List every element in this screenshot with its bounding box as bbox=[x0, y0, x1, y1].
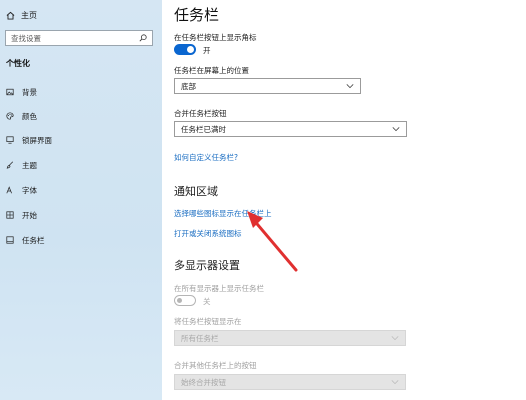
sidebar: 主页 查找设置 个性化 背景 颜色 锁屏界面 主题 字体 开始 任务栏 bbox=[0, 0, 162, 400]
badge-toggle-state: 开 bbox=[203, 46, 211, 55]
start-icon bbox=[6, 211, 14, 219]
sidebar-item-label: 任务栏 bbox=[22, 235, 45, 245]
search-input[interactable]: 查找设置 bbox=[5, 30, 153, 46]
search-icon bbox=[139, 34, 147, 42]
settings-panel: 任务栏 在任务栏按钮上显示角标 开 任务栏在屏幕上的位置 底部 合并任务栏按钮 … bbox=[162, 0, 526, 400]
sidebar-item-colors[interactable]: 颜色 bbox=[6, 110, 37, 122]
sidebar-item-taskbar[interactable]: 任务栏 bbox=[6, 234, 45, 246]
sidebar-item-background[interactable]: 背景 bbox=[6, 86, 37, 98]
sidebar-home[interactable]: 主页 bbox=[6, 8, 37, 22]
position-value: 底部 bbox=[181, 81, 196, 91]
image-icon bbox=[6, 88, 14, 96]
lock-screen-icon bbox=[6, 136, 14, 144]
show-buttons-value: 所有任务栏 bbox=[181, 333, 219, 343]
badge-toggle[interactable] bbox=[174, 44, 196, 55]
page-title: 任务栏 bbox=[174, 6, 220, 24]
sidebar-item-label: 锁屏界面 bbox=[22, 135, 52, 145]
combine-other-label: 合并其他任务栏上的按钮 bbox=[174, 361, 257, 370]
combine-other-dropdown[interactable]: 始终合并按钮 bbox=[174, 374, 406, 390]
search-placeholder: 查找设置 bbox=[11, 33, 41, 43]
sidebar-item-fonts[interactable]: 字体 bbox=[6, 184, 37, 196]
chevron-down-icon bbox=[391, 380, 399, 385]
sidebar-item-start[interactable]: 开始 bbox=[6, 209, 37, 221]
show-all-displays-toggle[interactable] bbox=[174, 295, 196, 306]
show-all-displays-state: 关 bbox=[203, 297, 211, 306]
notification-area-heading: 通知区域 bbox=[174, 185, 218, 198]
sidebar-item-label: 开始 bbox=[22, 210, 37, 220]
position-label: 任务栏在屏幕上的位置 bbox=[174, 66, 249, 75]
sidebar-item-label: 背景 bbox=[22, 87, 37, 97]
multi-display-heading: 多显示器设置 bbox=[174, 259, 240, 272]
show-buttons-label: 将任务栏按钮显示在 bbox=[174, 317, 242, 326]
toggle-knob bbox=[177, 298, 182, 303]
select-icons-link[interactable]: 选择哪些图标显示在任务栏上 bbox=[174, 208, 272, 219]
taskbar-icon bbox=[6, 236, 14, 244]
customize-taskbar-link[interactable]: 如何自定义任务栏? bbox=[174, 152, 238, 163]
show-buttons-dropdown[interactable]: 所有任务栏 bbox=[174, 330, 406, 346]
sidebar-item-themes[interactable]: 主题 bbox=[6, 159, 37, 171]
home-icon bbox=[6, 11, 15, 20]
chevron-down-icon bbox=[392, 127, 400, 132]
palette-icon bbox=[6, 112, 14, 120]
combine-value: 任务栏已满时 bbox=[181, 124, 226, 134]
sidebar-item-label: 主题 bbox=[22, 160, 37, 170]
show-all-displays-label: 在所有显示器上显示任务栏 bbox=[174, 284, 264, 293]
badge-setting-label: 在任务栏按钮上显示角标 bbox=[174, 33, 257, 42]
brush-icon bbox=[6, 161, 14, 169]
sidebar-item-lock-screen[interactable]: 锁屏界面 bbox=[6, 134, 52, 146]
sidebar-home-label: 主页 bbox=[21, 10, 37, 20]
combine-other-value: 始终合并按钮 bbox=[181, 377, 226, 387]
sidebar-item-label: 颜色 bbox=[22, 111, 37, 121]
combine-dropdown[interactable]: 任务栏已满时 bbox=[174, 121, 407, 137]
font-icon bbox=[6, 186, 12, 194]
chevron-down-icon bbox=[391, 336, 399, 341]
toggle-knob bbox=[187, 46, 194, 53]
sidebar-item-label: 字体 bbox=[22, 185, 37, 195]
position-dropdown[interactable]: 底部 bbox=[174, 78, 361, 94]
chevron-down-icon bbox=[346, 84, 354, 89]
system-icons-link[interactable]: 打开或关闭系统图标 bbox=[174, 228, 242, 239]
combine-label: 合并任务栏按钮 bbox=[174, 109, 227, 118]
sidebar-section-title: 个性化 bbox=[6, 59, 30, 68]
